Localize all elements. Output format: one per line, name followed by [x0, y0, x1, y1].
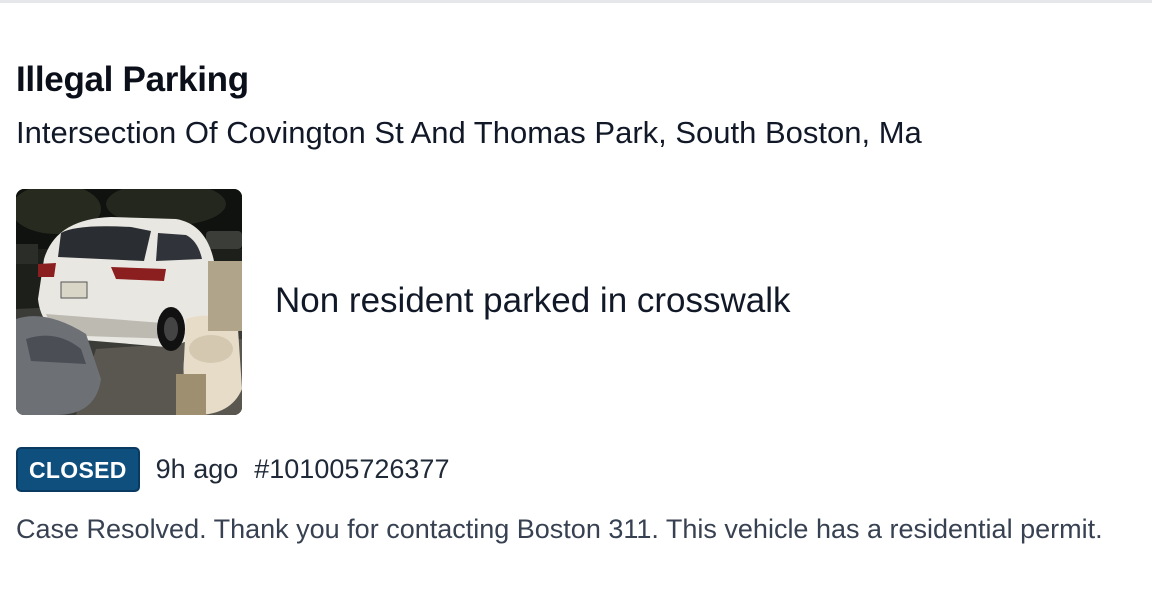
- car-photo-icon: [16, 189, 242, 415]
- status-badge: CLOSED: [16, 446, 140, 492]
- case-number: #101005726377: [254, 453, 450, 484]
- case-card[interactable]: Illegal Parking Intersection Of Covingto…: [0, 0, 1152, 608]
- case-description: Non resident parked in crosswalk: [275, 281, 791, 320]
- case-meta-row: CLOSED 9h ago #101005726377: [16, 446, 450, 492]
- time-ago: 9h ago: [155, 453, 239, 484]
- resolution-text: Case Resolved. Thank you for contacting …: [16, 514, 1103, 544]
- case-address: Intersection Of Covington St And Thomas …: [16, 115, 922, 150]
- case-photo[interactable]: [16, 189, 242, 415]
- case-title: Illegal Parking: [16, 60, 249, 99]
